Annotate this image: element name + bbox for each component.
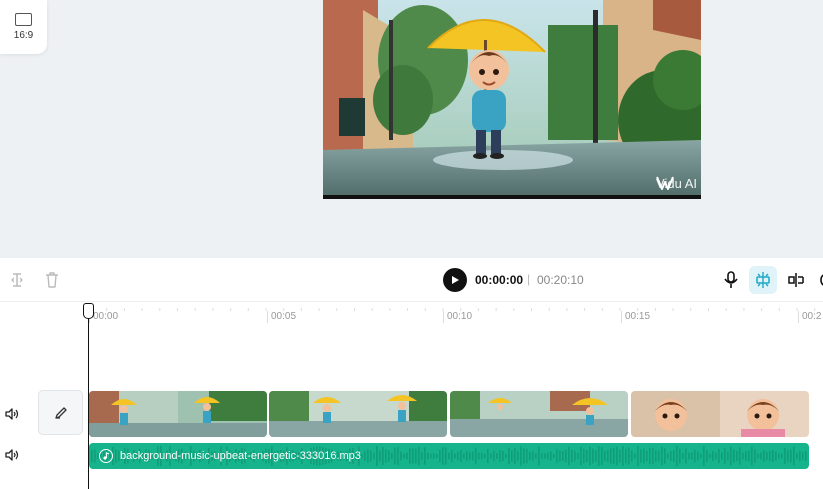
clip-thumbnails xyxy=(89,391,267,437)
playhead-line xyxy=(88,312,89,489)
microphone-icon[interactable] xyxy=(722,271,740,289)
video-clip[interactable] xyxy=(269,391,447,437)
total-time: 00:20:10 xyxy=(537,273,584,287)
clip-thumbnails xyxy=(631,391,809,437)
preview-frame-image xyxy=(323,0,701,199)
audio-track-mute-button[interactable] xyxy=(4,447,20,463)
trash-icon[interactable] xyxy=(43,271,61,289)
ruler-tick-label: 00:10 xyxy=(443,311,472,323)
audio-file-name: background-music-upbeat-energetic-333016… xyxy=(120,450,361,462)
time-separator: | xyxy=(527,272,531,286)
timeline-toolbar: 00:00:00 | 00:20:10 xyxy=(0,258,823,302)
aspect-ratio-button[interactable]: 16:9 xyxy=(0,0,47,54)
video-clip[interactable] xyxy=(89,391,267,437)
clip-thumbnails xyxy=(450,391,628,437)
snap-toggle-button[interactable] xyxy=(749,266,777,294)
video-clip[interactable] xyxy=(450,391,628,437)
pencil-icon xyxy=(54,406,67,419)
speaker-icon xyxy=(5,408,19,420)
play-icon xyxy=(452,276,459,284)
music-note-icon xyxy=(99,449,113,463)
edit-cover-button[interactable] xyxy=(38,390,83,435)
ruler-tick-label: 00:05 xyxy=(267,311,296,323)
audio-clip[interactable]: background-music-upbeat-energetic-333016… xyxy=(89,443,809,469)
more-icon[interactable] xyxy=(815,271,823,289)
ruler-tick-label: 00:2 xyxy=(798,311,821,323)
split-icon[interactable] xyxy=(8,271,26,289)
screen-icon xyxy=(15,13,32,26)
preview-stage: 16:9 Vidu AI xyxy=(0,0,823,258)
clip-thumbnails xyxy=(269,391,447,437)
current-time: 00:00:00 xyxy=(475,273,524,287)
timeline[interactable]: 00:00 00:05 00:10 00:15 00:2 background-… xyxy=(0,302,823,489)
ruler-tick-label: 00:15 xyxy=(621,311,650,323)
time-ruler[interactable]: 00:00 00:05 00:10 00:15 00:2 xyxy=(89,302,823,326)
watermark: Vidu AI xyxy=(656,176,697,191)
magnet-snap-icon xyxy=(756,272,770,288)
separate-audio-icon[interactable] xyxy=(787,271,805,289)
vidu-logo-icon xyxy=(656,176,674,190)
video-clip[interactable] xyxy=(631,391,809,437)
play-button[interactable] xyxy=(443,268,467,292)
video-track-mute-button[interactable] xyxy=(4,406,20,422)
video-preview[interactable]: Vidu AI xyxy=(323,0,701,199)
speaker-icon xyxy=(5,449,19,461)
aspect-ratio-label: 16:9 xyxy=(13,30,34,41)
playhead-handle[interactable] xyxy=(83,303,94,319)
